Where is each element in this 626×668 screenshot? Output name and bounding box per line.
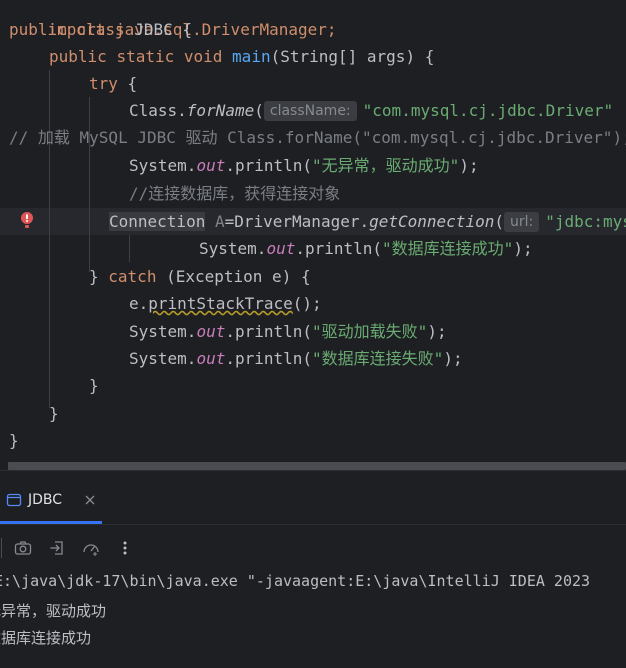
string-driver: "com.mysql.cj.jdbc.Driver" [362, 101, 614, 120]
keyword-public: public [9, 20, 67, 39]
code-line-println-db-fail: System.out.println("数据库连接失败"); [129, 345, 463, 372]
stmt-end: ); [427, 322, 447, 341]
divider [0, 524, 626, 525]
export-button[interactable] [44, 535, 70, 561]
class-name: JDBC { [134, 20, 193, 39]
param-hint-url: url: [503, 212, 540, 232]
code-line-close-class: } [9, 427, 19, 454]
type-connection: Connection [109, 212, 206, 231]
code-line-printstacktrace: e.printStackTrace(); [129, 290, 322, 317]
system-ref: System. [199, 239, 267, 258]
console-line-command: E:\java\jdk-17\bin\java.exe "-javaagent:… [0, 572, 591, 590]
profiler-button[interactable] [78, 535, 104, 561]
brace: } [9, 431, 19, 450]
call-end: (); [292, 294, 322, 313]
stmt-end: ); [443, 349, 463, 368]
brace: { [127, 74, 138, 93]
code-line-getconnection: Connection A=DriverManager.getConnection… [109, 208, 626, 235]
more-vertical-icon [123, 541, 127, 555]
stmt-end: ); [513, 239, 533, 258]
code-line-println-ok: System.out.println("无异常，驱动成功"); [129, 152, 479, 179]
close-icon[interactable] [84, 494, 96, 506]
variable-A: A [214, 212, 225, 231]
camera-icon [14, 541, 32, 555]
more-options-button[interactable] [112, 535, 138, 561]
application-icon [6, 493, 22, 507]
system-ref: System. [129, 349, 197, 368]
method-forName: forName [186, 101, 255, 120]
exception-var: e. [129, 294, 149, 313]
field-out: out [266, 239, 296, 258]
string-db-ok: "数据库连接成功" [382, 239, 514, 258]
horizontal-scrollbar[interactable] [8, 462, 626, 470]
tab-jdbc[interactable]: JDBC [0, 485, 96, 515]
method-main: main [232, 47, 271, 66]
string-driver-fail: "驱动加载失败" [312, 322, 428, 341]
code-editor[interactable]: import java.sql.DriverManager; public cl… [0, 0, 626, 470]
brace: } [89, 376, 99, 395]
code-line-close-main: } [49, 400, 59, 427]
string-url: "jdbc:mysql://localhost:3306/test" [545, 212, 626, 231]
console-line-output-1: 无异常，驱动成功 [0, 602, 107, 620]
code-line-class: public class JDBC { [9, 16, 192, 43]
code-line-println-db: System.out.println("数据库连接成功"); [199, 235, 533, 262]
gauge-icon [83, 544, 99, 556]
method-printStackTrace: printStackTrace [148, 294, 293, 313]
system-ref: System. [129, 322, 197, 341]
error-icon[interactable] [20, 212, 34, 230]
code-line-main: public static void main(String[] args) { [49, 43, 434, 70]
paren: ( [254, 101, 264, 120]
field-out: out [196, 322, 226, 341]
code-line-forname: Class.forName(className: "com.mysql.cj.jd… [129, 97, 613, 124]
comment-connect: //连接数据库，获得连接对象 [129, 184, 341, 203]
println-call: .println( [295, 239, 383, 258]
paren: ( [494, 212, 504, 231]
code-line-try: try { [89, 70, 137, 97]
indent-guide [49, 70, 50, 408]
println-call: .println( [225, 322, 313, 341]
run-toolbar [0, 533, 146, 563]
println-call: .println( [225, 349, 313, 368]
keyword-try: try [89, 74, 118, 93]
main-params: (String[] args) { [270, 47, 435, 66]
console-line-output-2: 数据库连接成功 [0, 629, 92, 647]
tab-label: JDBC [28, 492, 63, 508]
brace: } [49, 404, 59, 423]
stmt-end: ); [459, 156, 479, 175]
code-line-println-driver-fail: System.out.println("驱动加载失败"); [129, 318, 447, 345]
param-hint-className: className: [263, 101, 357, 121]
comment-load-driver: // 加载 MySQL JDBC 驱动 Class.forName("com.m… [9, 128, 626, 147]
keyword-public: public [49, 47, 107, 66]
code-line-import: import java.sql.DriverManager; [9, 0, 337, 39]
keyword-static: static [116, 47, 175, 66]
string-ok: "无异常，驱动成功" [312, 156, 460, 175]
code-line-close-try: } [89, 372, 99, 399]
field-out: out [196, 156, 226, 175]
driver-manager-ref: =DriverManager. [224, 212, 370, 231]
field-out: out [196, 349, 226, 368]
method-getConnection: getConnection [369, 212, 495, 231]
println-call: .println( [225, 156, 313, 175]
toolbar-divider [1, 538, 2, 558]
catch-params: (Exception e) { [166, 267, 311, 286]
code-line-catch: } catch (Exception e) { [89, 263, 311, 290]
string-db-fail: "数据库连接失败" [312, 349, 444, 368]
brace: } [89, 267, 99, 286]
code-line-comment-load: // 加载 MySQL JDBC 驱动 Class.forName("com.m… [9, 124, 626, 151]
class-ref: Class. [129, 101, 187, 120]
screenshot-button[interactable] [10, 535, 36, 561]
keyword-class: class [76, 20, 125, 39]
run-tool-window: JDBC E:\java\jdk-17\bin\java.exe "-javaa… [0, 470, 626, 668]
system-ref: System. [129, 156, 197, 175]
export-icon [50, 541, 63, 555]
indent-guide [129, 235, 130, 262]
keyword-void: void [183, 47, 223, 66]
keyword-catch: catch [108, 267, 157, 286]
code-line-comment-connect: //连接数据库，获得连接对象 [129, 180, 340, 207]
